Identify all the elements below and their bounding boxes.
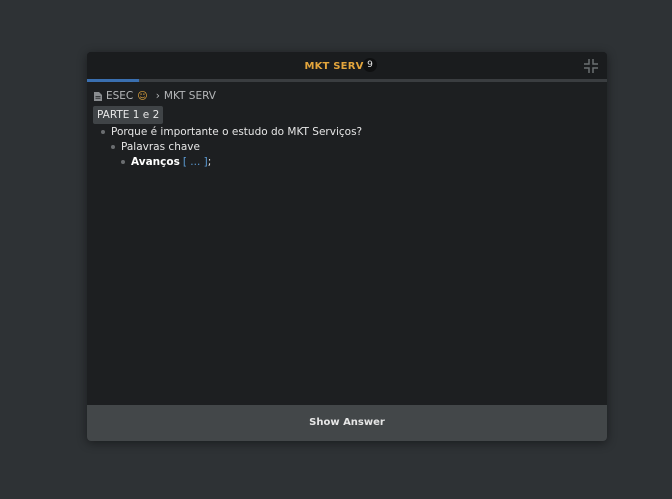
outline-item-sub: Palavras chave (111, 141, 200, 153)
item-tail: ; (207, 156, 212, 168)
outline-item-cloze: Avanços [ ... ] ; (121, 156, 211, 168)
breadcrumb-separator: › (155, 90, 160, 102)
document-icon (94, 91, 102, 101)
title-bar: MKT SERV 9 (87, 52, 607, 80)
card-content: ESEC ☺ › MKT SERV PARTE 1 e 2 Porque é i… (87, 82, 607, 405)
window-title: MKT SERV (87, 61, 607, 72)
breadcrumb-root[interactable]: ESEC (106, 90, 133, 102)
show-answer-button[interactable]: Show Answer (87, 405, 607, 441)
window-title-text: MKT SERV (304, 61, 364, 72)
breadcrumb: ESEC ☺ › MKT SERV (94, 90, 216, 102)
question-text: Porque é importante o estudo do MKT Serv… (111, 126, 363, 138)
collapse-icon[interactable] (583, 58, 599, 74)
count-badge: 9 (363, 58, 377, 72)
cloze-placeholder[interactable]: [ ... ] (183, 156, 208, 168)
bullet-dot (121, 160, 125, 164)
breadcrumb-current[interactable]: MKT SERV (164, 90, 216, 102)
outline-item-question: Porque é importante o estudo do MKT Serv… (101, 126, 362, 138)
smile-icon: ☺ (137, 90, 148, 102)
show-answer-label: Show Answer (309, 417, 385, 428)
bullet-dot (111, 145, 115, 149)
item-label: Avanços (131, 156, 180, 168)
sub-text: Palavras chave (121, 141, 200, 153)
bullet-dot (101, 130, 105, 134)
section-tag: PARTE 1 e 2 (93, 106, 164, 124)
flashcard-window: MKT SERV 9 ESEC ☺ › MKT SERV PARTE 1 e 2 (87, 52, 607, 441)
